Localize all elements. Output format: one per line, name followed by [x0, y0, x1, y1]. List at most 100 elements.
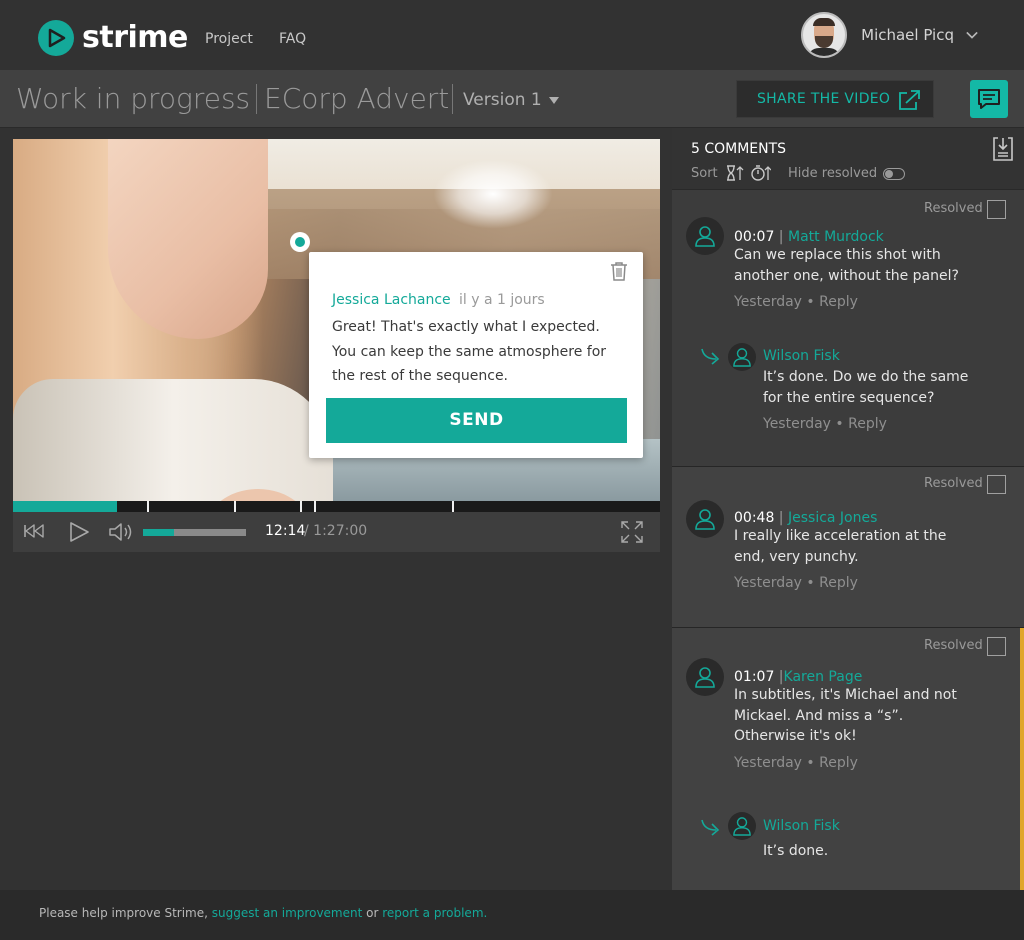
reply-date: Yesterday	[763, 416, 831, 432]
comments-header: 5 COMMENTS Sort Hide resolved	[672, 128, 1024, 190]
user-avatar	[801, 12, 848, 58]
footer-text: Please help improve Strime, suggest an i…	[39, 906, 487, 920]
comments-count: 5 COMMENTS	[691, 141, 787, 157]
version-label: Version 1	[463, 90, 542, 110]
comment-date: Yesterday	[734, 294, 802, 310]
comment-marker[interactable]	[290, 232, 310, 252]
timeline-comment-tick[interactable]	[452, 501, 454, 512]
logo-text: strime	[82, 20, 188, 55]
video-scene-shirt	[13, 379, 333, 501]
user-icon	[695, 667, 715, 688]
comment-header: 00:07 | Matt Murdock	[734, 226, 884, 245]
footer: Please help improve Strime, suggest an i…	[0, 890, 1024, 940]
video-scene-face	[108, 139, 268, 339]
project-title-bar: Work in progress ECorp Advert Version 1 …	[0, 70, 1024, 128]
comment-author[interactable]: Karen Page	[784, 669, 863, 685]
user-icon	[733, 348, 751, 367]
project-status-title: Work in progress	[16, 82, 251, 115]
resolved-checkbox[interactable]	[987, 200, 1006, 219]
version-dropdown[interactable]: Version 1	[463, 90, 559, 110]
nav-project-link[interactable]: Project	[205, 31, 253, 47]
comment-author[interactable]: Jessica Jones	[788, 510, 877, 526]
resolved-label: Resolved	[924, 201, 983, 216]
comment-popup: Jessica Lachance il y a 1 jours Great! T…	[309, 252, 643, 458]
current-time: 12:14	[265, 523, 306, 539]
fullscreen-icon[interactable]	[620, 520, 644, 544]
comment-text: In subtitles, it's Michael and not Micka…	[734, 687, 957, 744]
resolved-checkbox[interactable]	[987, 637, 1006, 656]
footer-or: or	[362, 906, 383, 920]
user-icon	[733, 817, 751, 836]
reply-link[interactable]: Reply	[848, 416, 887, 432]
hide-resolved-label: Hide resolved	[788, 166, 878, 181]
resolved-label: Resolved	[924, 476, 983, 491]
play-icon[interactable]	[68, 521, 90, 543]
sort-by-timecode-icon[interactable]	[751, 165, 771, 181]
reply-link[interactable]: Reply	[819, 755, 858, 771]
nav-faq-link[interactable]: FAQ	[279, 31, 306, 47]
video-timeline[interactable]	[13, 501, 660, 512]
rewind-icon[interactable]	[23, 523, 45, 539]
play-logo-icon	[38, 20, 74, 56]
share-video-button[interactable]: SHARE THE VIDEO	[736, 80, 934, 118]
timeline-comment-tick[interactable]	[234, 501, 236, 512]
player-controls: 12:14 / 1:27:00	[13, 512, 660, 552]
reply-text: It’s done.	[763, 843, 829, 859]
timeline-comment-tick[interactable]	[147, 501, 149, 512]
comment-header: 00:48 | Jessica Jones	[734, 507, 877, 526]
send-button[interactable]: SEND	[326, 398, 627, 443]
user-icon	[695, 226, 715, 247]
trash-icon[interactable]	[610, 261, 628, 281]
reply-link[interactable]: Reply	[819, 294, 858, 310]
sort-label: Sort	[691, 166, 718, 181]
resolved-label: Resolved	[924, 638, 983, 653]
volume-slider[interactable]	[143, 529, 246, 536]
user-menu[interactable]: Michael Picq	[801, 12, 978, 58]
reply-meta: Yesterday • Reply	[763, 416, 887, 432]
comment-timecode[interactable]: 01:07	[734, 669, 774, 685]
comment-avatar	[686, 217, 724, 255]
reply-author[interactable]: Wilson Fisk	[763, 348, 840, 364]
reply-arrow-icon	[701, 348, 720, 365]
active-comment-indicator	[1020, 628, 1024, 890]
user-icon	[695, 509, 715, 530]
comments-toggle-button[interactable]	[970, 80, 1008, 118]
share-icon	[899, 90, 920, 110]
popup-time: il y a 1 jours	[459, 292, 545, 308]
top-navigation: strime Project FAQ Michael Picq	[0, 0, 1024, 70]
comment-text: Can we replace this shot with another on…	[734, 247, 959, 284]
timeline-comment-tick[interactable]	[314, 501, 316, 512]
comment-date: Yesterday	[734, 755, 802, 771]
report-problem-link[interactable]: report a problem.	[382, 906, 487, 920]
hide-resolved-toggle[interactable]	[883, 168, 905, 180]
reply-avatar	[728, 343, 756, 371]
popup-comment-text: Great! That's exactly what I expected. Y…	[332, 319, 607, 384]
header-separator: |	[774, 510, 788, 526]
comment-timecode[interactable]: 00:07	[734, 229, 774, 245]
reply-text: It’s done. Do we do the same for the ent…	[763, 369, 969, 406]
comment-timecode[interactable]: 00:48	[734, 510, 774, 526]
suggest-improvement-link[interactable]: suggest an improvement	[212, 906, 363, 920]
user-name: Michael Picq	[861, 26, 954, 44]
reply-link[interactable]: Reply	[819, 575, 858, 591]
volume-level	[143, 529, 174, 536]
comment-author[interactable]: Matt Murdock	[788, 229, 884, 245]
reply-arrow-icon	[701, 819, 720, 836]
timeline-comment-tick[interactable]	[300, 501, 302, 512]
strime-logo[interactable]: strime	[38, 20, 188, 56]
chat-icon	[978, 89, 1000, 109]
project-name-title: ECorp Advert	[264, 82, 450, 115]
comment-meta: Yesterday • Reply	[734, 755, 858, 771]
comment-meta: Yesterday • Reply	[734, 575, 858, 591]
video-scene-sun	[433, 159, 553, 229]
resolved-checkbox[interactable]	[987, 475, 1006, 494]
title-divider	[452, 84, 453, 114]
comment-date: Yesterday	[734, 575, 802, 591]
popup-author[interactable]: Jessica Lachance	[332, 292, 451, 308]
comment-thread: Resolved 00:07 | Matt Murdock Can we rep…	[672, 191, 1024, 467]
comment-thread: Resolved 00:48 | Jessica Jones I really …	[672, 467, 1024, 628]
download-comments-icon[interactable]	[992, 136, 1014, 162]
sort-by-time-icon[interactable]	[726, 165, 744, 181]
reply-author[interactable]: Wilson Fisk	[763, 818, 840, 834]
volume-icon[interactable]	[108, 521, 134, 543]
